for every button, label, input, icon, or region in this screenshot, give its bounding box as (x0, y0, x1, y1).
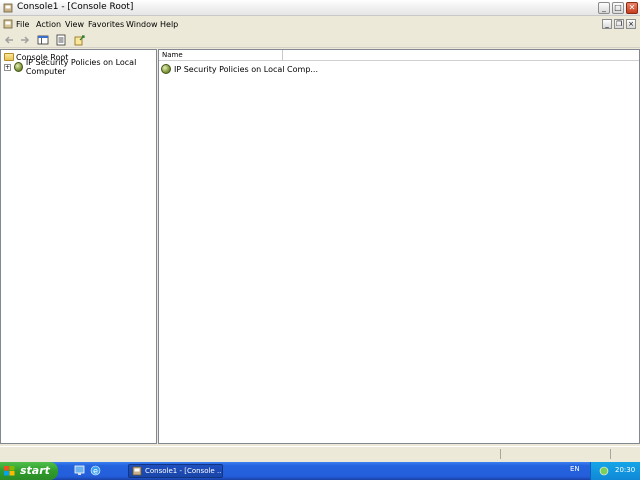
system-tray: 20:30 (590, 462, 640, 480)
maximize-button[interactable]: □ (612, 2, 624, 14)
ip-security-policy-icon (161, 64, 171, 74)
start-label: start (20, 464, 50, 477)
window-title: Console1 - [Console Root] (17, 2, 134, 12)
mmc-app-icon (132, 466, 142, 476)
console-tree-pane[interactable]: Console Root + IP Security Policies on L… (0, 49, 157, 444)
column-header-name[interactable]: Name (159, 50, 283, 61)
console-document-icon[interactable] (3, 19, 13, 29)
mdi-close-button[interactable]: × (626, 19, 636, 29)
clock: 20:30 (615, 466, 636, 474)
ip-security-policy-icon (14, 62, 23, 72)
menu-bar: File Action View Favorites Window Help (0, 17, 640, 32)
svg-text:e: e (93, 467, 98, 476)
back-arrow-icon[interactable] (4, 34, 16, 46)
menu-help[interactable]: Help (160, 20, 178, 29)
menu-favorites[interactable]: Favorites (88, 20, 124, 29)
list-item[interactable]: IP Security Policies on Local Comp... (161, 64, 318, 74)
folder-icon (4, 53, 14, 61)
status-divider (500, 449, 501, 459)
mdi-restore-button[interactable]: ❐ (614, 19, 624, 29)
mdi-minimize-button[interactable]: _ (602, 19, 612, 29)
result-list-pane[interactable]: Name IP Security Policies on Local Comp.… (158, 49, 640, 444)
taskbar-button-label: Console1 - [Console ... (145, 467, 223, 475)
menu-file[interactable]: File (16, 20, 29, 29)
quick-launch-internet-explorer-icon[interactable]: e (90, 465, 101, 476)
minimize-button[interactable]: _ (598, 2, 610, 14)
tree-node-label: IP Security Policies on Local Computer (25, 58, 137, 76)
list-item-name: IP Security Policies on Local Comp... (174, 64, 319, 74)
tree-node-ip-security-policies[interactable]: + IP Security Policies on Local Computer (4, 58, 156, 76)
taskbar: start e Console1 - [Console ... EN 20:30 (0, 462, 640, 480)
mmc-window: Console1 - [Console Root] _ □ ✕ File Act… (0, 0, 640, 462)
windows-flag-icon (4, 466, 15, 476)
toolbar (0, 32, 640, 48)
quick-launch-desktop-icon[interactable] (74, 465, 85, 476)
status-bar (0, 446, 640, 460)
close-button[interactable]: ✕ (626, 2, 638, 14)
show-hide-tree-icon[interactable] (37, 34, 49, 46)
menu-action[interactable]: Action (36, 20, 61, 29)
taskbar-button-console1[interactable]: Console1 - [Console ... (128, 464, 223, 478)
menu-window[interactable]: Window (126, 20, 158, 29)
properties-icon[interactable] (55, 34, 67, 46)
menu-view[interactable]: View (65, 20, 84, 29)
status-divider (610, 449, 611, 459)
language-indicator[interactable]: EN (570, 465, 580, 473)
title-bar[interactable]: Console1 - [Console Root] _ □ ✕ (0, 0, 640, 16)
mmc-app-icon (3, 3, 13, 13)
forward-arrow-icon[interactable] (18, 34, 30, 46)
list-header: Name (159, 50, 639, 61)
expand-plus-icon[interactable]: + (4, 63, 11, 71)
network-status-icon[interactable] (599, 466, 609, 476)
start-button[interactable]: start (0, 462, 58, 480)
export-list-icon[interactable] (74, 34, 86, 46)
